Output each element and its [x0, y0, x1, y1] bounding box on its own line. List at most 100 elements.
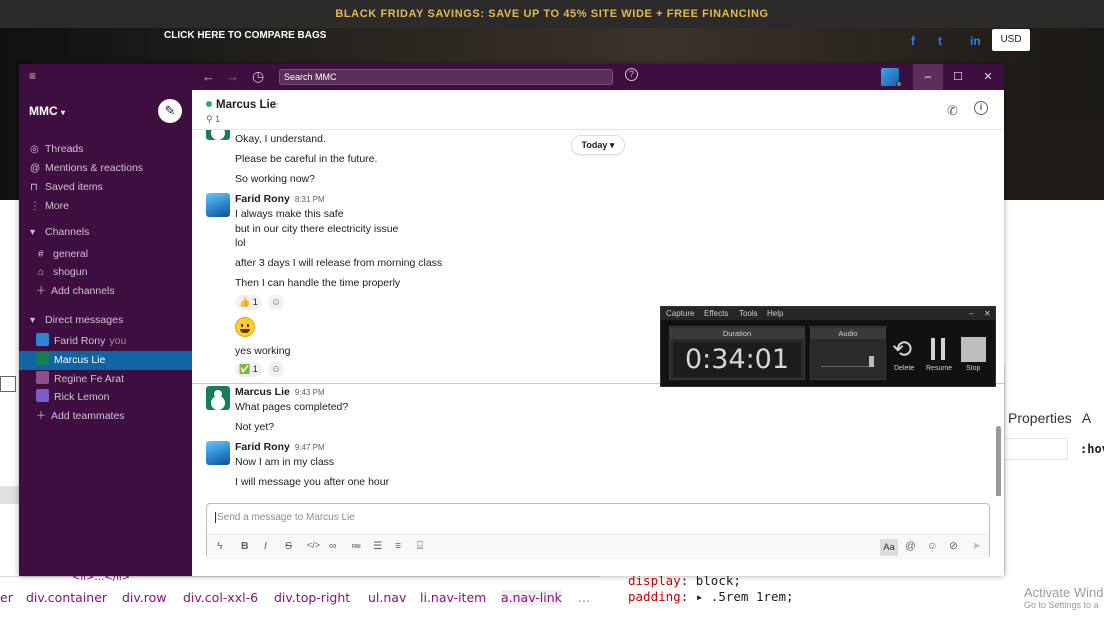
strikethrough-icon[interactable]: S	[285, 540, 292, 552]
attach-icon[interactable]: ⊘	[949, 540, 958, 552]
add-reaction-icon[interactable]: ☺	[268, 295, 284, 310]
hamburger-menu-icon[interactable]: ≡	[29, 69, 36, 83]
avatar[interactable]	[206, 193, 230, 217]
sidebar-item-marcus-lie[interactable]: Marcus Lie	[19, 351, 192, 370]
devtools-crumb-3[interactable]: div.col-xxl-6	[183, 590, 258, 605]
menu-tools[interactable]: Tools	[739, 307, 758, 320]
add-channels-button[interactable]: ＋ Add channels	[19, 282, 192, 301]
audio-slider-handle[interactable]	[869, 356, 874, 367]
forward-arrow-icon[interactable]: →	[226, 69, 239, 84]
author-name[interactable]: Marcus Lie	[235, 386, 290, 398]
help-icon[interactable]: ?	[625, 68, 638, 81]
blockquote-icon[interactable]: ≡	[395, 540, 401, 552]
recorder-close-icon[interactable]: ✕	[984, 307, 991, 320]
emoji-icon[interactable]: ☺	[927, 540, 938, 552]
sidebar-item-regine-fe-arat[interactable]: Regine Fe Arat	[19, 370, 192, 389]
devtools-crumb-1[interactable]: div.container	[26, 590, 107, 605]
properties-tab-label[interactable]: Properties	[1008, 410, 1072, 426]
reaction-thumbs-up[interactable]: 👍 1	[235, 295, 262, 310]
phone-icon[interactable]: ✆	[947, 103, 958, 119]
currency-selector[interactable]: USD	[992, 29, 1030, 51]
channels-section-header[interactable]: ▾ Channels	[19, 223, 192, 242]
promo-banner[interactable]: BLACK FRIDAY SAVINGS: SAVE UP TO 45% SIT…	[0, 0, 1104, 28]
devtools-hov-toggle[interactable]: :hov	[1080, 442, 1104, 456]
ordered-list-icon[interactable]: ≔	[351, 540, 362, 552]
avatar[interactable]	[206, 386, 230, 410]
audio-level-meter[interactable]	[821, 357, 875, 367]
timestamp[interactable]: 9:47 PM	[295, 443, 325, 452]
delete-icon[interactable]: ⟲	[892, 335, 912, 364]
compare-bags-link[interactable]: CLICK HERE TO COMPARE BAGS	[164, 30, 326, 41]
conversation-title[interactable]: Marcus Lie	[206, 99, 276, 111]
bullet-list-icon[interactable]: ☰	[373, 540, 382, 552]
pinned-count[interactable]: ⚲ 1	[206, 114, 220, 125]
reaction-check[interactable]: ✅ 1	[235, 362, 262, 377]
devtools-properties-tab[interactable]: Properties A	[1008, 410, 1091, 426]
code-icon[interactable]: </>	[307, 540, 320, 550]
avatar[interactable]	[206, 441, 230, 465]
mention-icon[interactable]: @	[905, 540, 916, 552]
devtools-crumb-6[interactable]: li.nav-item	[420, 590, 486, 605]
dm-section-header[interactable]: ▾ Direct messages	[19, 311, 192, 330]
menu-help[interactable]: Help	[767, 307, 783, 320]
formatting-toggle-button[interactable]: Aa	[880, 539, 898, 556]
author-name[interactable]: Farid Rony	[235, 193, 290, 205]
sidebar-item-shogun[interactable]: ⌂ shogun	[19, 263, 192, 282]
send-icon[interactable]: ➤	[972, 540, 981, 552]
history-icon[interactable]: ◷	[252, 68, 264, 85]
maximize-button[interactable]: ☐	[943, 64, 973, 90]
scrollbar[interactable]	[996, 426, 1001, 496]
back-arrow-icon[interactable]: ←	[202, 69, 215, 84]
date-divider-today[interactable]: Today ▾	[571, 135, 625, 155]
star-icon[interactable]: ☆	[270, 98, 280, 111]
minimize-button[interactable]: –	[913, 64, 943, 90]
devtools-dock-icon[interactable]	[0, 376, 16, 392]
sidebar-item-threads[interactable]: ◎ Threads	[19, 140, 192, 159]
compose-button[interactable]: ✎	[158, 99, 182, 123]
twitter-icon[interactable]: t	[938, 34, 942, 48]
caret-down-icon[interactable]: ▾	[30, 311, 45, 330]
lightning-icon[interactable]: ϟ	[217, 540, 223, 552]
stop-icon[interactable]	[961, 337, 986, 362]
stop-button-label[interactable]: Stop	[966, 365, 980, 372]
resume-button-label[interactable]: Resume	[926, 365, 952, 372]
sidebar-item-general[interactable]: # general	[19, 245, 192, 264]
menu-capture[interactable]: Capture	[666, 307, 694, 320]
recorder-minimize-icon[interactable]: –	[969, 307, 973, 320]
search-input[interactable]: Search MMC	[279, 69, 613, 85]
author-name[interactable]: Farid Rony	[235, 441, 290, 453]
conversation-name[interactable]: Marcus Lie	[216, 99, 276, 111]
sidebar-item-mentions[interactable]: @ Mentions & reactions	[19, 159, 192, 178]
menu-effects[interactable]: Effects	[704, 307, 728, 320]
code-block-icon[interactable]: ⌸	[417, 540, 423, 553]
devtools-crumb-more[interactable]: ...	[578, 590, 590, 605]
devtools-crumb-7[interactable]: a.nav-link	[501, 590, 562, 605]
properties-tab-cut[interactable]: A	[1082, 410, 1091, 426]
pause-icon[interactable]	[931, 338, 935, 360]
timestamp[interactable]: 8:31 PM	[295, 195, 325, 204]
workspace-label[interactable]: MMC	[29, 104, 58, 118]
avatar[interactable]	[206, 130, 230, 140]
sidebar-item-farid-rony[interactable]: Farid Rony you	[19, 332, 192, 351]
delete-button-label[interactable]: Delete	[894, 365, 914, 372]
italic-icon[interactable]: I	[264, 540, 267, 552]
bold-icon[interactable]: B	[241, 540, 249, 552]
add-teammates-button[interactable]: ＋ Add teammates	[19, 407, 192, 426]
devtools-crumb-4[interactable]: div.top-right	[274, 590, 350, 605]
devtools-crumb-5[interactable]: ul.nav	[368, 590, 406, 605]
chevron-down-icon[interactable]: ▾	[61, 108, 65, 117]
linkedin-icon[interactable]: in	[970, 34, 981, 48]
add-reaction-icon[interactable]: ☺	[268, 362, 284, 377]
close-button[interactable]: ✕	[973, 64, 1003, 90]
facebook-icon[interactable]: f	[911, 34, 915, 48]
devtools-crumb-2[interactable]: div.row	[122, 590, 167, 605]
sidebar-item-saved[interactable]: ⊓ Saved items	[19, 178, 192, 197]
caret-down-icon[interactable]: ▾	[30, 223, 45, 242]
link-icon[interactable]: ∞	[329, 540, 337, 552]
workspace-name[interactable]: MMC ▾	[29, 104, 65, 118]
message-input[interactable]: Send a message to Marcus Lie	[215, 512, 355, 523]
sidebar-item-more[interactable]: ⋮ More	[19, 197, 192, 216]
sidebar-item-rick-lemon[interactable]: Rick Lemon	[19, 388, 192, 407]
info-icon[interactable]: i	[974, 101, 988, 115]
devtools-filter-input[interactable]	[1004, 438, 1068, 460]
